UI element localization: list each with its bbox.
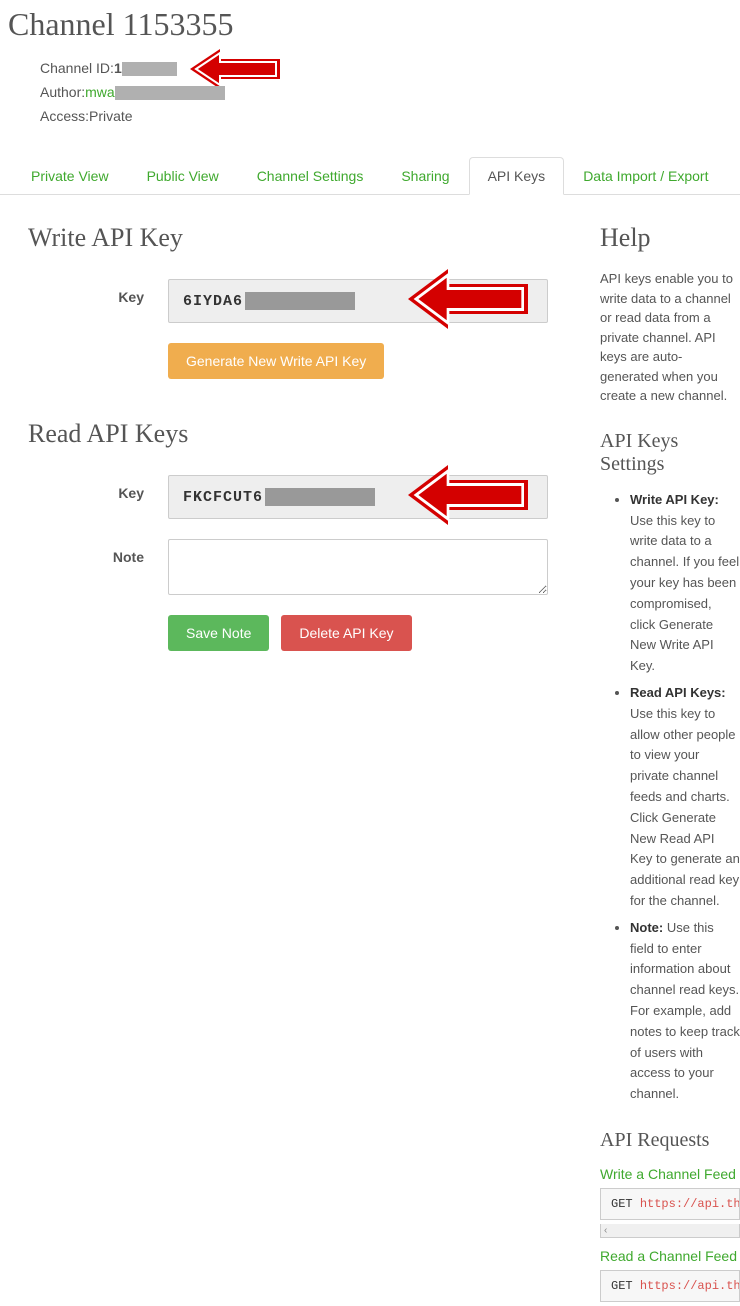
channel-id-row: Channel ID: 1 bbox=[40, 57, 740, 81]
read-key-label: Key bbox=[28, 475, 168, 501]
help-title: Help bbox=[600, 223, 740, 253]
api-keys-settings-title: API Keys Settings bbox=[600, 430, 740, 476]
scrollbar[interactable]: ‹ bbox=[600, 1224, 740, 1238]
redacted-text bbox=[122, 62, 177, 76]
list-item: Note: Use this field to enter informatio… bbox=[630, 918, 740, 1105]
channel-id-value: 1 bbox=[114, 57, 122, 81]
note-label: Note bbox=[28, 539, 168, 565]
list-item-text: Use this field to enter information abou… bbox=[630, 920, 740, 1101]
read-key-value[interactable]: FKCFCUT6 bbox=[168, 475, 548, 519]
redacted-text bbox=[245, 292, 355, 310]
help-settings-list: Write API Key: Use this key to write dat… bbox=[630, 490, 740, 1105]
write-key-label: Key bbox=[28, 279, 168, 305]
tab-data-import-export[interactable]: Data Import / Export bbox=[564, 157, 727, 195]
access-value: Private bbox=[89, 105, 133, 129]
list-item: Read API Keys: Use this key to allow oth… bbox=[630, 683, 740, 912]
list-item-text: Use this key to write data to a channel.… bbox=[630, 513, 739, 674]
api-requests-title: API Requests bbox=[600, 1129, 740, 1152]
list-item-text: Use this key to allow other people to vi… bbox=[630, 706, 740, 908]
tab-api-keys[interactable]: API Keys bbox=[469, 157, 565, 195]
list-item-bold: Note: bbox=[630, 920, 667, 935]
redacted-text bbox=[265, 488, 375, 506]
channel-id-label: Channel ID: bbox=[40, 57, 114, 81]
tab-channel-settings[interactable]: Channel Settings bbox=[238, 157, 383, 195]
http-url: https://api.thingspeak.com/channels/... bbox=[640, 1279, 740, 1293]
generate-write-key-button[interactable]: Generate New Write API Key bbox=[168, 343, 384, 379]
author-label: Author: bbox=[40, 81, 85, 105]
write-key-text: 6IYDA6 bbox=[183, 293, 243, 310]
list-item: Write API Key: Use this key to write dat… bbox=[630, 490, 740, 677]
http-method: GET bbox=[611, 1279, 633, 1293]
help-intro: API keys enable you to write data to a c… bbox=[600, 269, 740, 406]
read-channel-feed-label: Read a Channel Feed bbox=[600, 1248, 740, 1264]
tab-sharing[interactable]: Sharing bbox=[382, 157, 468, 195]
write-api-key-title: Write API Key bbox=[28, 223, 590, 253]
list-item-bold: Write API Key: bbox=[630, 492, 719, 507]
read-request-code[interactable]: GET https://api.thingspeak.com/channels/… bbox=[600, 1270, 740, 1302]
redacted-text bbox=[115, 86, 225, 100]
list-item-bold: Read API Keys: bbox=[630, 685, 726, 700]
write-request-code[interactable]: GET https://api.thingspeak.com/update?ap… bbox=[600, 1188, 740, 1220]
author-link[interactable]: mwa bbox=[85, 81, 115, 105]
tab-public-view[interactable]: Public View bbox=[128, 157, 238, 195]
tab-private-view[interactable]: Private View bbox=[12, 157, 128, 195]
note-textarea[interactable] bbox=[168, 539, 548, 595]
write-channel-feed-label: Write a Channel Feed bbox=[600, 1166, 740, 1182]
access-label: Access: bbox=[40, 105, 89, 129]
page-title: Channel 1153355 bbox=[8, 6, 740, 43]
write-key-value[interactable]: 6IYDA6 bbox=[168, 279, 548, 323]
channel-meta: Channel ID: 1 Author: mwa Access: Privat… bbox=[40, 57, 740, 128]
save-note-button[interactable]: Save Note bbox=[168, 615, 269, 651]
tabs: Private View Public View Channel Setting… bbox=[0, 156, 740, 195]
access-row: Access: Private bbox=[40, 105, 740, 129]
delete-api-key-button[interactable]: Delete API Key bbox=[281, 615, 411, 651]
author-row: Author: mwa bbox=[40, 81, 740, 105]
read-api-keys-title: Read API Keys bbox=[28, 419, 590, 449]
read-key-text: FKCFCUT6 bbox=[183, 489, 263, 506]
http-url: https://api.thingspeak.com/update?api_ke… bbox=[640, 1197, 740, 1211]
http-method: GET bbox=[611, 1197, 633, 1211]
